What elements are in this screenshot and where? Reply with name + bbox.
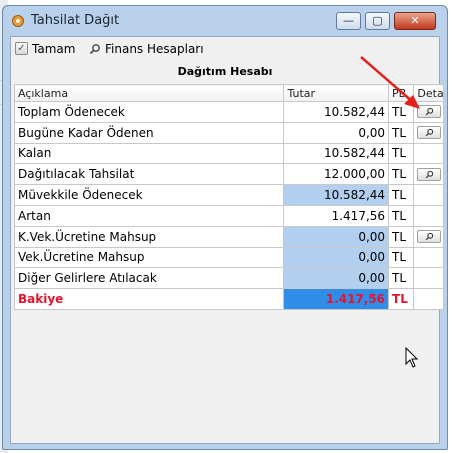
- mouse-pointer-icon: [405, 347, 419, 368]
- annotation-arrow: [360, 56, 420, 109]
